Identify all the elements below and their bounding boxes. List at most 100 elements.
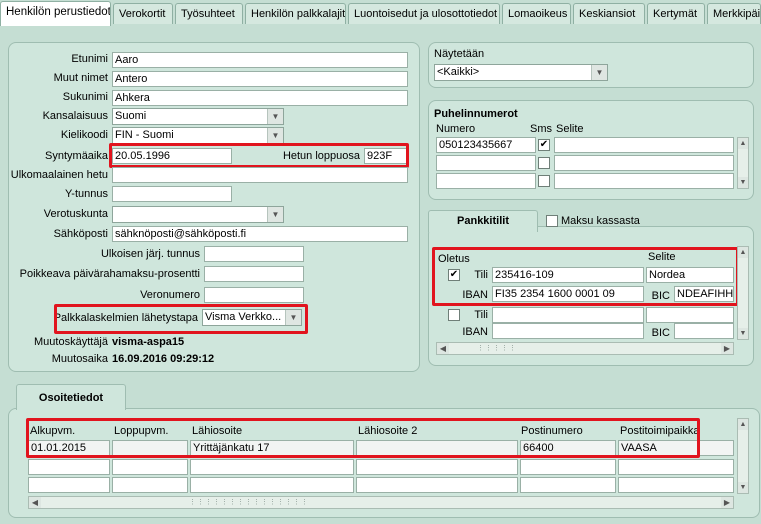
phone-selite-3[interactable] [554,173,734,189]
etunimi-label: Etunimi [71,53,108,65]
scroll-grip-icon[interactable]: ⋮⋮⋮⋮⋮ [477,344,517,352]
muut-nimet-input[interactable]: Antero [112,71,408,87]
chevron-down-icon[interactable]: ▼ [591,65,607,80]
syntymaaika-label: Syntymäaika [45,150,108,162]
phone-sms-checkbox-3[interactable] [538,175,550,187]
muutoskayttaja-label: Muutoskäyttäjä [34,336,108,348]
scroll-up-icon[interactable]: ▲ [738,419,748,430]
phone-selite-1[interactable] [554,137,734,153]
veronumero-input[interactable] [204,287,304,303]
bank-selite-input-2[interactable] [646,307,734,323]
sahkoposti-label: Sähköposti [53,228,108,240]
kansalaisuus-select[interactable]: Suomi ▼ [112,108,284,125]
verotuskunta-label: Verotuskunta [43,208,108,220]
tab-luontoisedut[interactable]: Luontoisedut ja ulosottotiedot [348,3,500,24]
sukunimi-input[interactable]: Ahkera [112,90,408,106]
address-loppupvm-3[interactable] [112,477,188,493]
scroll-down-icon[interactable]: ▼ [738,328,748,339]
poikkeava-input[interactable] [204,266,304,282]
naytetaan-select[interactable]: <Kaikki> ▼ [434,64,608,81]
etunimi-input[interactable]: Aaro [112,52,408,68]
phone-title: Puhelinnumerot [434,108,518,120]
address-lahiosoite2-2[interactable] [356,459,518,475]
tab-keskiansiot[interactable]: Keskiansiot [573,3,645,24]
y-tunnus-input[interactable] [112,186,232,202]
veronumero-label: Veronumero [140,289,200,301]
address-postinumero-3[interactable] [520,477,616,493]
scroll-up-icon[interactable]: ▲ [738,138,748,149]
phone-number-2[interactable] [436,155,536,171]
scroll-grip-icon[interactable]: ⋮⋮⋮⋮⋮⋮⋮⋮⋮⋮⋮⋮⋮⋮⋮ [189,498,309,506]
bank-default-checkbox-2[interactable] [448,309,460,321]
address-vscrollbar[interactable]: ▲ ▼ [737,418,749,494]
address-loppupvm-2[interactable] [112,459,188,475]
phone-scrollbar[interactable]: ▲ ▼ [737,137,749,189]
chevron-down-icon[interactable]: ▼ [267,128,283,143]
phone-col-selite: Selite [556,123,584,135]
verotuskunta-select[interactable]: ▼ [112,206,284,223]
chevron-down-icon[interactable]: ▼ [267,207,283,222]
scroll-down-icon[interactable]: ▼ [738,482,748,493]
scroll-up-icon[interactable]: ▲ [738,247,748,258]
address-postitoimipaikka-3[interactable] [618,477,734,493]
bic-input-2[interactable] [674,323,734,339]
tili-input-2[interactable] [492,307,644,323]
tab-henkilon-perustiedot[interactable]: Henkilön perustiedot [0,1,111,26]
maksu-kassasta-checkbox[interactable] [546,215,558,227]
muutosaika-value: 16.09.2016 09:29:12 [112,353,215,365]
maksu-kassasta-label: Maksu kassasta [561,215,640,227]
scroll-left-icon[interactable]: ◀ [437,343,449,354]
tab-tyosuhteet[interactable]: Työsuhteet [175,3,243,24]
address-tab[interactable]: Osoitetiedot [16,384,126,410]
tili-label-2: Tili [474,309,488,321]
ulkomaalainen-hetu-label: Ulkomaalainen hetu [10,169,108,181]
tab-lomaoikeus[interactable]: Lomaoikeus [502,3,571,24]
address-alkupvm-3[interactable] [28,477,110,493]
tab-henkilon-palkkalajit[interactable]: Henkilön palkkalajit [245,3,346,24]
chevron-down-icon[interactable]: ▼ [267,109,283,124]
scroll-down-icon[interactable]: ▼ [738,177,748,188]
phone-sms-checkbox-1[interactable]: ✔ [538,139,550,151]
bank-vscrollbar[interactable]: ▲ ▼ [737,246,749,340]
phone-sms-checkbox-2[interactable] [538,157,550,169]
tab-verokortit[interactable]: Verokortit [113,3,173,24]
highlight-bank-account [432,247,739,306]
scroll-right-icon[interactable]: ▶ [721,343,733,354]
kansalaisuus-label: Kansalaisuus [42,110,108,122]
address-alkupvm-2[interactable] [28,459,110,475]
address-lahiosoite2-3[interactable] [356,477,518,493]
sukunimi-label: Sukunimi [62,91,108,103]
highlight-birthdate [109,143,409,168]
bank-tab[interactable]: Pankkitilit [428,210,538,232]
muutoskayttaja-value: visma-aspa15 [112,336,185,348]
iban-label-2: IBAN [462,326,488,338]
ulkomaalainen-hetu-input[interactable] [112,167,408,183]
phone-number-3[interactable] [436,173,536,189]
address-postinumero-2[interactable] [520,459,616,475]
tab-merkkipaivat[interactable]: Merkkipäivät [707,3,761,24]
highlight-address [26,418,700,458]
tab-kertymat[interactable]: Kertymät [647,3,705,24]
phone-col-sms: Sms [530,123,552,135]
kielikoodi-label: Kielikoodi [60,129,108,141]
address-hscrollbar[interactable]: ◀ ⋮⋮⋮⋮⋮⋮⋮⋮⋮⋮⋮⋮⋮⋮⋮ ▶ [28,496,734,509]
iban-input-2[interactable] [492,323,644,339]
muut-nimet-label: Muut nimet [53,72,108,84]
address-postitoimipaikka-2[interactable] [618,459,734,475]
naytetaan-value: <Kaikki> [437,66,480,78]
address-lahiosoite-3[interactable] [190,477,354,493]
phone-number-1[interactable]: 050123435667 [436,137,536,153]
sahkoposti-input[interactable]: sähknöposti@sähköposti.fi [112,226,408,242]
kansalaisuus-value: Suomi [115,110,147,122]
phone-selite-2[interactable] [554,155,734,171]
address-lahiosoite-2[interactable] [190,459,354,475]
phone-col-numero: Numero [436,123,476,135]
bank-hscrollbar[interactable]: ◀ ⋮⋮⋮⋮⋮ ▶ [436,342,734,355]
highlight-lahetystapa [54,304,308,334]
tab-bar: Henkilön perustiedot Verokortit Työsuhte… [0,0,761,26]
ulkoisen-tunnus-input[interactable] [204,246,304,262]
y-tunnus-label: Y-tunnus [64,188,108,200]
scroll-left-icon[interactable]: ◀ [29,497,41,508]
kielikoodi-select[interactable]: FIN - Suomi ▼ [112,127,284,144]
scroll-right-icon[interactable]: ▶ [721,497,733,508]
